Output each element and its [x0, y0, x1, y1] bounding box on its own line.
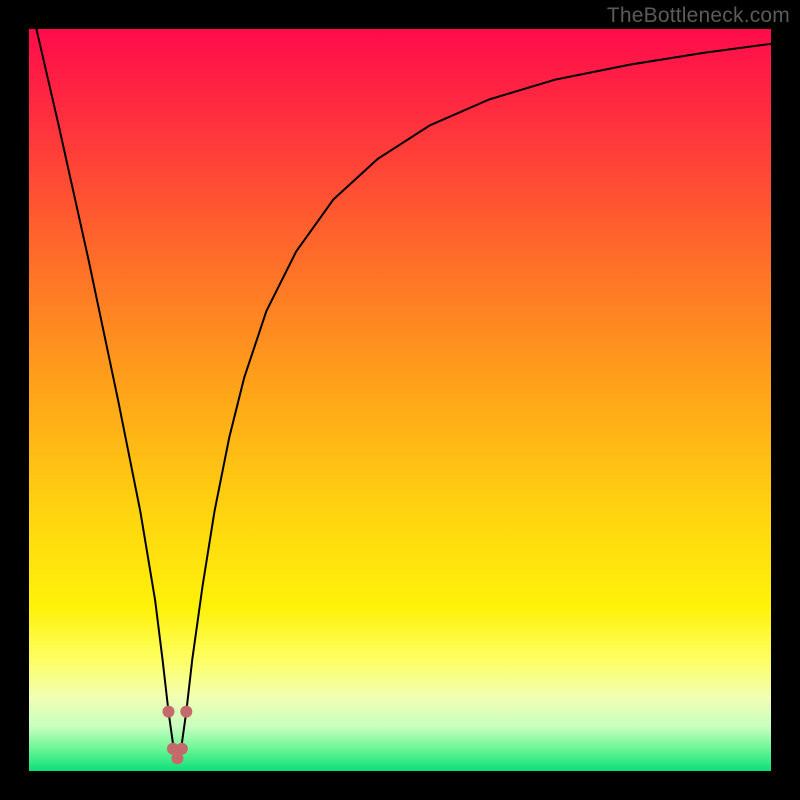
- plot-svg: [29, 29, 771, 771]
- gradient-background: [29, 29, 771, 771]
- dot-1: [163, 706, 175, 718]
- dot-4: [176, 743, 188, 755]
- plot-frame: [29, 29, 771, 771]
- watermark-text: TheBottleneck.com: [607, 4, 790, 28]
- dot-5: [180, 706, 192, 718]
